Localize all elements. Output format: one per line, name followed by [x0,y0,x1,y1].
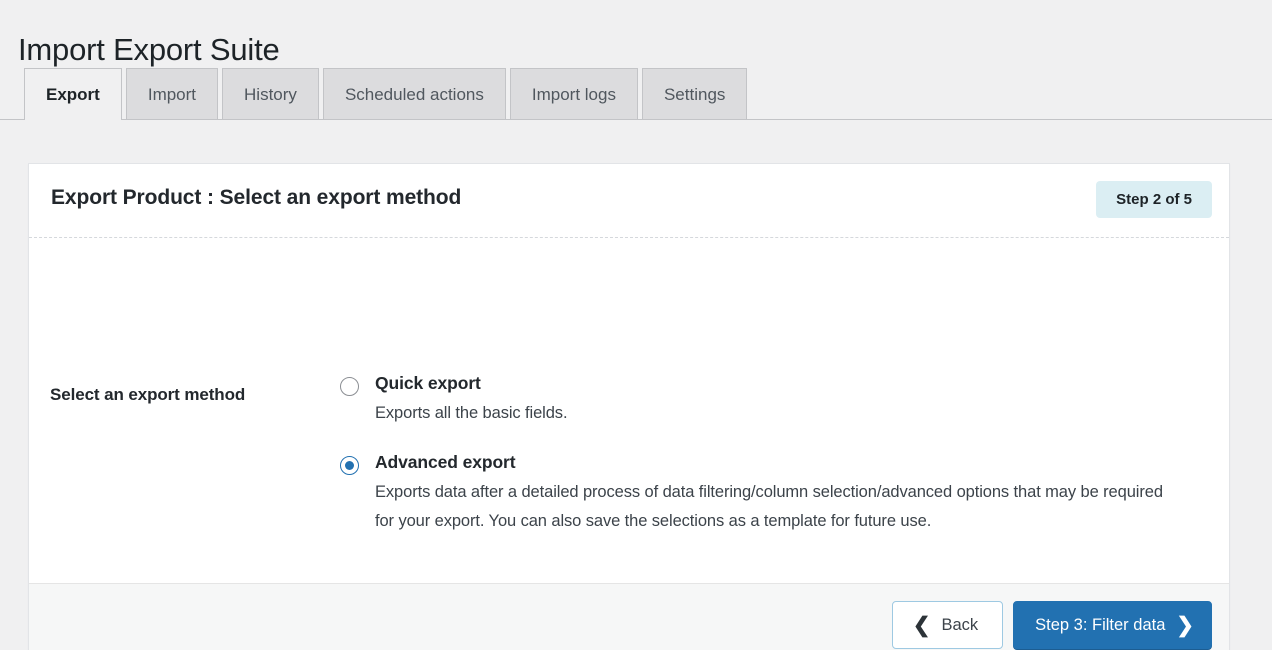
chevron-right-icon: ❯ [1176,613,1194,637]
page-title: Import Export Suite [18,31,280,67]
radio-advanced-export-input[interactable] [340,456,359,476]
next-step-button[interactable]: Step 3: Filter data ❯ [1013,601,1212,649]
radio-advanced-export-text: Advanced export Exports data after a det… [375,452,1170,535]
tab-list: Export Import History Scheduled actions … [24,68,748,120]
back-button-label: Back [941,615,979,634]
tab-export[interactable]: Export [24,68,122,120]
radio-option-advanced-export[interactable]: Advanced export Exports data after a det… [340,452,1170,535]
tab-import[interactable]: Import [125,68,219,119]
export-method-field-label: Select an export method [50,385,246,404]
chevron-left-icon: ❮ [912,613,931,637]
export-method-radio-group: Quick export Exports all the basic field… [340,373,1170,535]
tab-import-logs[interactable]: Import logs [509,68,638,119]
radio-quick-export-description: Exports all the basic fields. [375,404,568,422]
card-footer: ❮ Back Step 3: Filter data ❯ [28,583,1230,650]
tab-export-label: Export [46,85,100,104]
tab-settings[interactable]: Settings [641,68,748,119]
card-title: Export Product : Select an export method [51,186,462,209]
radio-advanced-export-description: Exports data after a detailed process of… [375,483,1163,530]
radio-quick-export-input[interactable] [340,377,359,396]
tab-settings-label: Settings [663,85,726,104]
card-body: Select an export method Quick export Exp… [29,238,1229,584]
card-header: Export Product : Select an export method… [29,164,1229,238]
step-badge: Step 2 of 5 [1096,181,1212,218]
tab-history[interactable]: History [222,68,319,119]
tab-scheduled-actions-label: Scheduled actions [344,85,484,104]
tab-scheduled-actions[interactable]: Scheduled actions [322,68,506,119]
tab-import-logs-label: Import logs [531,85,616,104]
export-step-card: Export Product : Select an export method… [28,163,1230,650]
tab-history-label: History [244,85,297,104]
radio-quick-export-label[interactable]: Quick export [375,373,1170,394]
footer-actions: ❮ Back Step 3: Filter data ❯ [891,601,1212,649]
radio-option-quick-export[interactable]: Quick export Exports all the basic field… [340,373,1170,427]
back-button[interactable]: ❮ Back [891,601,1004,649]
radio-quick-export-text: Quick export Exports all the basic field… [375,373,1170,427]
tab-import-label: Import [147,85,197,104]
next-step-button-label: Step 3: Filter data [1035,615,1166,634]
radio-advanced-export-label[interactable]: Advanced export [375,452,1170,473]
tab-strip: Export Import History Scheduled actions … [0,68,1272,120]
